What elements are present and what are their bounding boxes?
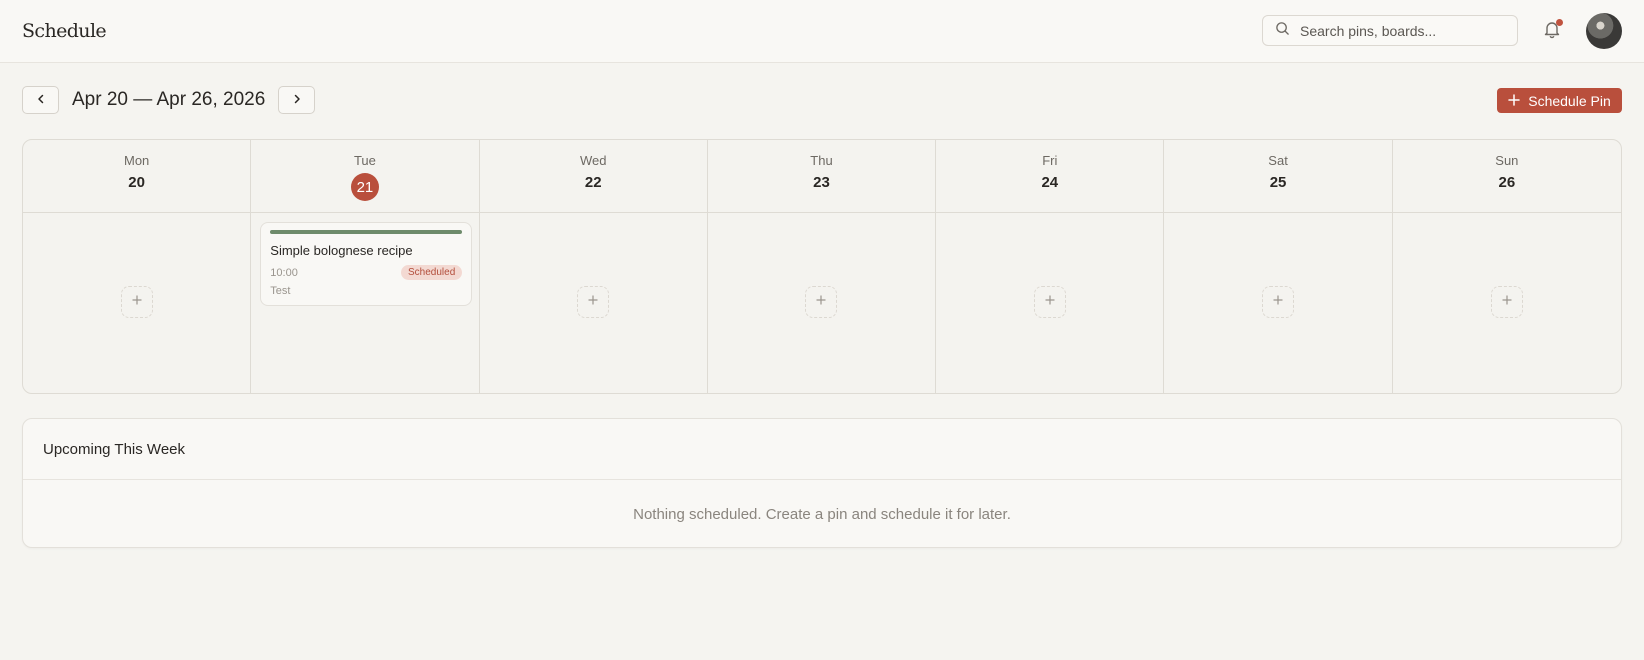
add-pin-button[interactable] bbox=[577, 286, 610, 318]
upcoming-title: Upcoming This Week bbox=[23, 419, 1621, 480]
next-week-button[interactable] bbox=[278, 86, 316, 114]
day-number: 22 bbox=[584, 174, 602, 191]
plus-icon bbox=[587, 293, 599, 311]
week-calendar: Mon 20 Tue 21 Simple bolognese recipe 10… bbox=[22, 139, 1622, 394]
day-column-sat: Sat 25 bbox=[1164, 140, 1393, 393]
day-name: Sat bbox=[1268, 153, 1288, 168]
upcoming-empty-message: Nothing scheduled. Create a pin and sche… bbox=[633, 505, 1011, 523]
search-icon bbox=[1275, 21, 1290, 41]
day-number: 24 bbox=[1041, 174, 1059, 191]
day-slot bbox=[480, 213, 707, 393]
day-slot bbox=[23, 213, 250, 393]
day-slot bbox=[1393, 213, 1621, 393]
day-number: 23 bbox=[813, 174, 830, 191]
day-number: 20 bbox=[128, 174, 145, 191]
add-pin-button[interactable] bbox=[120, 286, 153, 318]
week-range-label: Apr 20 — Apr 26, 2026 bbox=[72, 89, 266, 110]
plus-icon bbox=[131, 293, 143, 311]
schedule-pin-button[interactable]: Schedule Pin bbox=[1497, 88, 1622, 113]
day-header: Sat 25 bbox=[1164, 140, 1392, 213]
upcoming-panel: Upcoming This Week Nothing scheduled. Cr… bbox=[22, 418, 1622, 548]
day-name: Sun bbox=[1495, 153, 1519, 168]
today-day-number: 21 bbox=[350, 173, 379, 201]
chevron-left-icon bbox=[36, 91, 46, 109]
status-badge: Scheduled bbox=[401, 265, 463, 280]
plus-icon bbox=[815, 293, 827, 311]
day-name: Mon bbox=[123, 153, 150, 168]
notification-badge bbox=[1556, 19, 1563, 26]
day-column-sun: Sun 26 bbox=[1392, 140, 1621, 393]
pin-board-name: Test bbox=[270, 285, 291, 297]
day-header: Tue 21 bbox=[251, 140, 479, 213]
top-bar: Schedule bbox=[0, 0, 1644, 63]
chevron-right-icon bbox=[292, 91, 302, 109]
scheduled-pin-card[interactable]: Simple bolognese recipe 10:00 Scheduled … bbox=[260, 222, 473, 306]
day-name: Thu bbox=[810, 153, 833, 168]
add-pin-button[interactable] bbox=[1262, 286, 1295, 318]
plus-icon bbox=[1272, 293, 1284, 311]
prev-week-button[interactable] bbox=[22, 86, 59, 114]
pin-color-bar bbox=[270, 230, 463, 234]
day-header: Fri 24 bbox=[936, 140, 1164, 213]
day-header: Wed 22 bbox=[479, 140, 707, 213]
add-pin-button[interactable] bbox=[1033, 286, 1066, 318]
schedule-pin-label: Schedule Pin bbox=[1528, 92, 1611, 109]
day-slot bbox=[1164, 213, 1391, 393]
day-slot bbox=[936, 213, 1163, 393]
day-name: Fri bbox=[1042, 153, 1058, 168]
page-title: Schedule bbox=[22, 20, 107, 42]
day-number: 26 bbox=[1498, 174, 1516, 191]
search-box[interactable] bbox=[1262, 15, 1518, 46]
week-navigator: Apr 20 — Apr 26, 2026 bbox=[22, 86, 316, 114]
day-column-wed: Wed 22 bbox=[479, 140, 708, 393]
day-slot: Simple bolognese recipe 10:00 Scheduled … bbox=[251, 213, 478, 393]
add-pin-button[interactable] bbox=[1490, 286, 1523, 318]
notifications-button[interactable] bbox=[1540, 19, 1564, 43]
avatar[interactable] bbox=[1586, 13, 1622, 49]
day-slot bbox=[708, 213, 935, 393]
day-header: Sun 26 bbox=[1392, 140, 1621, 213]
add-pin-button[interactable] bbox=[805, 286, 838, 318]
plus-icon bbox=[1501, 293, 1513, 311]
day-number: 25 bbox=[1269, 174, 1287, 191]
day-column-tue: Tue 21 Simple bolognese recipe 10:00 Sch… bbox=[251, 140, 480, 393]
day-name: Wed bbox=[579, 153, 607, 168]
day-header: Thu 23 bbox=[707, 140, 936, 213]
plus-icon bbox=[1044, 293, 1056, 311]
pin-time: 10:00 bbox=[270, 266, 298, 279]
plus-icon bbox=[1508, 93, 1520, 109]
pin-title: Simple bolognese recipe bbox=[270, 243, 413, 258]
day-column-fri: Fri 24 bbox=[936, 140, 1165, 393]
day-name: Tue bbox=[353, 153, 376, 168]
day-column-thu: Thu 23 bbox=[707, 140, 937, 393]
search-input[interactable] bbox=[1300, 22, 1500, 39]
day-column-mon: Mon 20 bbox=[23, 140, 252, 393]
day-header: Mon 20 bbox=[23, 140, 251, 213]
